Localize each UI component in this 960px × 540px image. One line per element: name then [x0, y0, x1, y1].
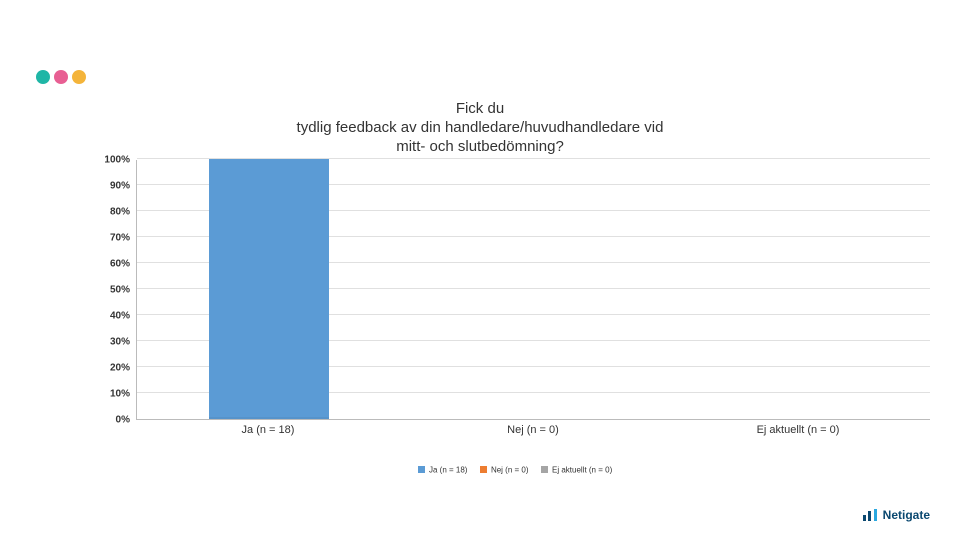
title-line: tydlig feedback av din handledare/huvudh… — [297, 119, 664, 136]
y-tick: 30% — [90, 337, 130, 348]
y-tick: 50% — [90, 285, 130, 296]
legend-swatch-icon — [541, 466, 548, 473]
y-tick: 100% — [90, 155, 130, 166]
legend-label: Nej (n = 0) — [491, 465, 529, 474]
bar-ja — [209, 159, 329, 419]
x-axis: Ja (n = 18) Nej (n = 0) Ej aktuellt (n =… — [136, 424, 930, 442]
x-tick: Nej (n = 0) — [433, 424, 633, 436]
brand-logo: Netigate — [863, 508, 930, 522]
dot-icon — [54, 70, 68, 84]
title-line: mitt- och slutbedömning? — [396, 138, 564, 155]
y-tick: 70% — [90, 233, 130, 244]
y-tick: 80% — [90, 207, 130, 218]
legend-swatch-icon — [480, 466, 487, 473]
brand-bars-icon — [863, 509, 877, 521]
y-tick: 40% — [90, 311, 130, 322]
y-tick: 10% — [90, 389, 130, 400]
y-tick: 90% — [90, 181, 130, 192]
y-tick: 20% — [90, 363, 130, 374]
dot-icon — [72, 70, 86, 84]
y-tick: 60% — [90, 259, 130, 270]
brand-dots — [36, 70, 86, 84]
legend-label: Ja (n = 18) — [429, 465, 467, 474]
legend: Ja (n = 18) Nej (n = 0) Ej aktuellt (n =… — [90, 465, 930, 474]
legend-label: Ej aktuellt (n = 0) — [552, 465, 612, 474]
brand-text: Netigate — [883, 508, 930, 522]
x-tick: Ja (n = 18) — [168, 424, 368, 436]
x-tick: Ej aktuellt (n = 0) — [698, 424, 898, 436]
plot-area — [136, 160, 930, 420]
bar-chart: 0% 10% 20% 30% 40% 50% 60% 70% 80% 90% 1… — [90, 160, 930, 480]
dot-icon — [36, 70, 50, 84]
legend-swatch-icon — [418, 466, 425, 473]
y-tick: 0% — [90, 415, 130, 426]
title-line: Fick du — [456, 100, 504, 117]
chart-title: Fick du tydlig feedback av din handledar… — [0, 100, 960, 156]
